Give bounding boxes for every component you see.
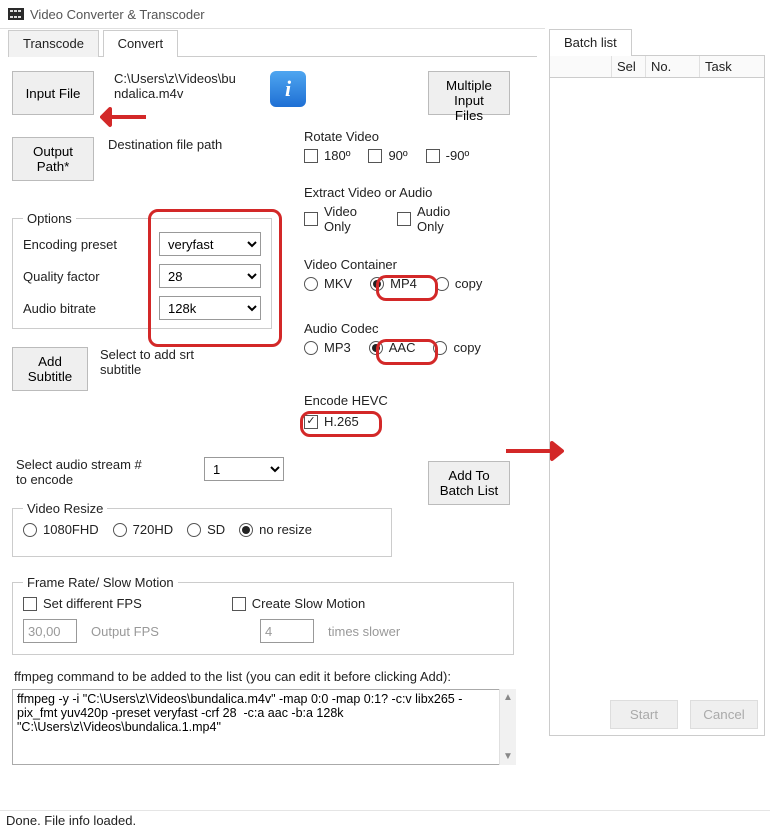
rotate-180-check[interactable]: 180º bbox=[304, 148, 350, 163]
options-legend: Options bbox=[23, 211, 76, 226]
add-subtitle-button[interactable]: Add Subtitle bbox=[12, 347, 88, 391]
scroll-down-icon[interactable]: ▼ bbox=[500, 748, 516, 765]
container-mp4-radio[interactable]: MP4 bbox=[370, 276, 417, 291]
audio-codec-group: Audio Codec MP3 AAC copy bbox=[304, 321, 481, 355]
codec-aac-radio[interactable]: AAC bbox=[369, 340, 416, 355]
tab-batch-list[interactable]: Batch list bbox=[549, 29, 632, 56]
rotate-video-label: Rotate Video bbox=[304, 129, 469, 144]
video-container-group: Video Container MKV MP4 copy bbox=[304, 257, 482, 291]
encoding-preset-label: Encoding preset bbox=[23, 237, 117, 252]
extract-group: Extract Video or Audio Video Only Audio … bbox=[304, 185, 450, 234]
resize-none-radio[interactable]: no resize bbox=[239, 522, 312, 537]
batch-cancel-button[interactable]: Cancel bbox=[690, 700, 758, 729]
audio-stream-label: Select audio stream # to encode bbox=[16, 457, 156, 487]
video-resize-fieldset: Video Resize 1080FHD 720HD SD no resize bbox=[12, 501, 392, 557]
audio-bitrate-label: Audio bitrate bbox=[23, 301, 96, 316]
cmd-textarea[interactable]: ffmpeg -y -i "C:\Users\z\Videos\bundalic… bbox=[12, 689, 516, 765]
audio-stream-select[interactable]: 1 bbox=[204, 457, 284, 481]
rotate-video-group: Rotate Video 180º 90º -90º bbox=[304, 129, 469, 163]
input-file-button[interactable]: Input File bbox=[12, 71, 94, 115]
destination-path-label: Destination file path bbox=[108, 137, 222, 152]
quality-factor-select[interactable]: 28 bbox=[159, 264, 261, 288]
fps-input[interactable] bbox=[23, 619, 77, 643]
video-resize-label: Video Resize bbox=[23, 501, 107, 516]
cmd-scrollbar[interactable]: ▲ ▼ bbox=[499, 689, 516, 765]
times-slower-label: times slower bbox=[328, 624, 400, 639]
convert-panel: Input File C:\Users\z\Videos\bu ndalica.… bbox=[8, 57, 537, 777]
batch-col-blank bbox=[550, 56, 612, 77]
add-to-batch-button[interactable]: Add To Batch List bbox=[428, 461, 510, 505]
h265-check[interactable]: H.265 bbox=[304, 414, 359, 429]
frame-slow-label: Frame Rate/ Slow Motion bbox=[23, 575, 178, 590]
container-mkv-radio[interactable]: MKV bbox=[304, 276, 352, 291]
create-slow-check[interactable]: Create Slow Motion bbox=[232, 596, 365, 611]
batch-col-task[interactable]: Task bbox=[700, 56, 764, 77]
resize-720-radio[interactable]: 720HD bbox=[113, 522, 173, 537]
status-bar: Done. File info loaded. bbox=[0, 810, 770, 832]
audio-only-check[interactable]: Audio Only bbox=[397, 204, 450, 234]
batch-list-container: Sel No. Task Start Cancel bbox=[549, 56, 765, 736]
audio-bitrate-select[interactable]: 128k bbox=[159, 296, 261, 320]
batch-col-no[interactable]: No. bbox=[646, 56, 700, 77]
encode-hevc-group: Encode HEVC H.265 bbox=[304, 393, 388, 429]
batch-start-button[interactable]: Start bbox=[610, 700, 678, 729]
batch-tabs: Batch list bbox=[549, 28, 765, 56]
input-file-path: C:\Users\z\Videos\bu ndalica.m4v bbox=[114, 71, 264, 101]
rotate-90-check[interactable]: 90º bbox=[368, 148, 407, 163]
app-logo-icon bbox=[8, 6, 24, 22]
slow-factor-input[interactable] bbox=[260, 619, 314, 643]
tab-convert[interactable]: Convert bbox=[103, 30, 179, 57]
info-icon[interactable]: i bbox=[270, 71, 306, 107]
main-panel: Transcode Convert Input File C:\Users\z\… bbox=[0, 28, 545, 788]
container-copy-radio[interactable]: copy bbox=[435, 276, 482, 291]
batch-panel: Batch list Sel No. Task Start Cancel bbox=[547, 28, 767, 788]
batch-table-header: Sel No. Task bbox=[550, 56, 764, 78]
output-fps-label: Output FPS bbox=[91, 624, 246, 639]
output-path-button[interactable]: Output Path* bbox=[12, 137, 94, 181]
tab-transcode[interactable]: Transcode bbox=[8, 30, 99, 57]
scroll-up-icon[interactable]: ▲ bbox=[500, 689, 516, 706]
annotation-arrow-input bbox=[100, 105, 148, 129]
rotate-neg90-check[interactable]: -90º bbox=[426, 148, 470, 163]
frame-slow-fieldset: Frame Rate/ Slow Motion Set different FP… bbox=[12, 575, 514, 655]
encoding-preset-select[interactable]: veryfast bbox=[159, 232, 261, 256]
set-fps-check[interactable]: Set different FPS bbox=[23, 596, 142, 611]
codec-mp3-radio[interactable]: MP3 bbox=[304, 340, 351, 355]
multiple-input-button[interactable]: Multiple Input Files bbox=[428, 71, 510, 115]
audio-codec-label: Audio Codec bbox=[304, 321, 481, 336]
batch-col-sel[interactable]: Sel bbox=[612, 56, 646, 77]
quality-factor-label: Quality factor bbox=[23, 269, 100, 284]
main-tabs: Transcode Convert bbox=[8, 29, 537, 57]
subtitle-hint: Select to add srt subtitle bbox=[100, 347, 220, 377]
encode-hevc-label: Encode HEVC bbox=[304, 393, 388, 408]
cmd-label: ffmpeg command to be added to the list (… bbox=[14, 669, 514, 684]
window-title: Video Converter & Transcoder bbox=[30, 7, 205, 22]
title-bar: Video Converter & Transcoder bbox=[0, 0, 770, 28]
video-container-label: Video Container bbox=[304, 257, 482, 272]
options-fieldset: Options Encoding preset veryfast Quality… bbox=[12, 211, 272, 329]
codec-copy-radio[interactable]: copy bbox=[433, 340, 480, 355]
resize-1080-radio[interactable]: 1080FHD bbox=[23, 522, 99, 537]
resize-sd-radio[interactable]: SD bbox=[187, 522, 225, 537]
video-only-check[interactable]: Video Only bbox=[304, 204, 357, 234]
extract-label: Extract Video or Audio bbox=[304, 185, 450, 200]
